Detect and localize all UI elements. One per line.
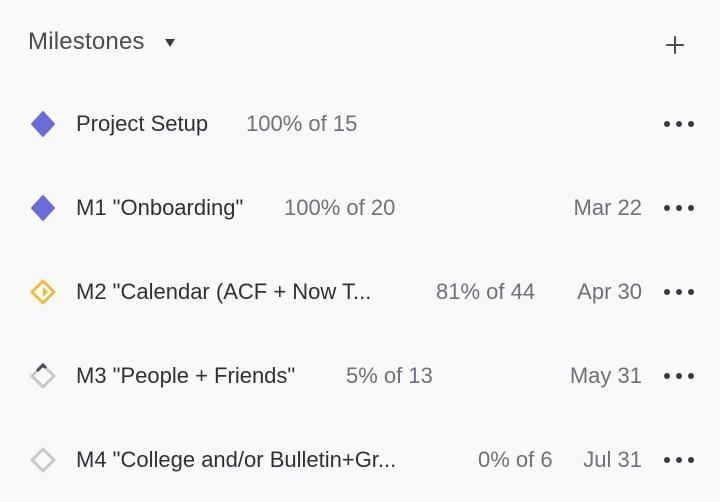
milestone-row[interactable]: M2 "Calendar (ACF + Now T... 81% of 44 A…	[0, 250, 720, 334]
more-horizontal-icon[interactable]	[664, 282, 694, 302]
more-horizontal-icon[interactable]	[664, 114, 694, 134]
milestones-header: Milestones	[0, 0, 720, 92]
milestone-list: Project Setup 100% of 15 M1 "Onboarding"…	[0, 82, 720, 502]
caret-down-icon	[164, 39, 175, 47]
add-milestone-button[interactable]	[660, 30, 690, 60]
milestone-row[interactable]: M4 "College and/or Bulletin+Gr... 0% of …	[0, 418, 720, 502]
milestone-date: May 31	[569, 363, 642, 388]
milestone-name: M2 "Calendar (ACF + Now T...	[76, 279, 372, 304]
milestone-date: Mar 22	[573, 195, 642, 220]
milestone-progress: 100% of 15	[246, 111, 358, 136]
milestone-complete-icon	[31, 111, 55, 137]
milestone-in-progress-icon	[30, 279, 56, 305]
milestone-progress: 81% of 44	[436, 279, 536, 304]
milestone-progress: 100% of 20	[284, 195, 396, 220]
milestone-name: Project Setup	[76, 111, 209, 136]
milestone-name: M3 "People + Friends"	[76, 363, 296, 388]
milestone-date: Jul 31	[583, 447, 642, 472]
milestone-name: M1 "Onboarding"	[76, 195, 244, 220]
milestone-row[interactable]: Project Setup 100% of 15	[0, 82, 720, 166]
milestone-complete-icon	[31, 195, 55, 221]
milestone-started-icon	[30, 363, 56, 389]
milestone-progress: 0% of 6	[478, 447, 553, 472]
milestone-row[interactable]: M1 "Onboarding" 100% of 20 Mar 22	[0, 166, 720, 250]
milestone-name: M4 "College and/or Bulletin+Gr...	[76, 447, 397, 472]
milestones-panel: Milestones Project Setup 100% of 15 M1 "…	[0, 0, 720, 498]
milestone-date: Apr 30	[577, 279, 642, 304]
milestones-title: Milestones	[28, 28, 145, 55]
milestone-row[interactable]: M3 "People + Friends" 5% of 13 May 31	[0, 334, 720, 418]
more-horizontal-icon[interactable]	[664, 366, 694, 386]
milestone-progress: 5% of 13	[346, 363, 433, 388]
milestones-dropdown-toggle[interactable]: Milestones	[28, 28, 175, 56]
more-horizontal-icon[interactable]	[664, 450, 694, 470]
more-horizontal-icon[interactable]	[664, 198, 694, 218]
milestone-not-started-icon	[30, 447, 56, 473]
